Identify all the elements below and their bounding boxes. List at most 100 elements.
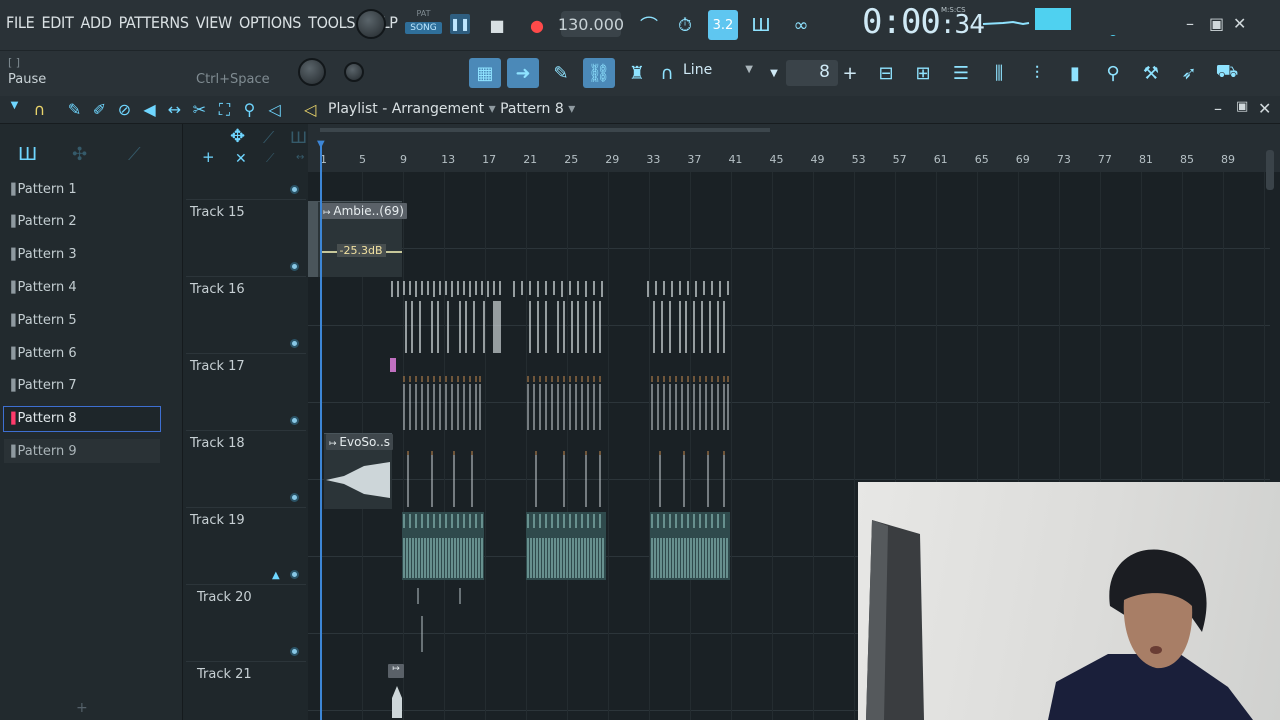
playhead[interactable] bbox=[320, 144, 322, 720]
arrow-right-icon[interactable]: ➜ bbox=[507, 58, 539, 88]
restore-icon[interactable]: ▣ bbox=[1209, 14, 1224, 33]
track-mute-dot[interactable] bbox=[290, 570, 299, 579]
menu-file[interactable]: FILE bbox=[6, 13, 35, 32]
plus-icon[interactable]: + bbox=[202, 148, 215, 166]
metronome-icon[interactable]: ⌒ bbox=[634, 10, 664, 40]
playlist-icon[interactable]: ▦ bbox=[469, 58, 501, 88]
track19-pattern-clips[interactable] bbox=[388, 510, 733, 582]
browser-icon[interactable]: ⫶ bbox=[1021, 58, 1053, 88]
loop-record-icon[interactable]: ∞ bbox=[786, 10, 816, 40]
delete-tool-icon[interactable]: ⊘ bbox=[112, 100, 137, 120]
master-volume-knob[interactable] bbox=[356, 9, 386, 39]
pencil-icon[interactable]: ✎ bbox=[545, 58, 577, 88]
plugin-icon[interactable]: ⚲ bbox=[1097, 58, 1129, 88]
pattern-item[interactable]: ▐ Pattern 1 bbox=[4, 177, 160, 201]
track-mute-dot[interactable] bbox=[290, 339, 299, 348]
pattern-item[interactable]: ▐ Pattern 8 bbox=[3, 405, 161, 432]
move-icon[interactable]: ✥ bbox=[230, 126, 245, 147]
track-name[interactable]: Track 18 bbox=[190, 436, 245, 451]
track21-clip[interactable]: ↦ bbox=[388, 664, 406, 720]
track-mute-dot[interactable] bbox=[290, 647, 299, 656]
learn-icon[interactable]: ➶ bbox=[1173, 58, 1205, 88]
plus-icon[interactable]: + bbox=[838, 58, 862, 88]
minimize-icon[interactable]: – bbox=[1186, 14, 1194, 33]
track20-notes[interactable] bbox=[410, 586, 470, 656]
track-name[interactable]: Track 21 bbox=[197, 667, 252, 682]
track-mute-dot[interactable] bbox=[290, 416, 299, 425]
track-name[interactable]: Track 20 bbox=[197, 590, 252, 605]
playlist-view-icon[interactable]: ☰ bbox=[945, 58, 977, 88]
mixer-icon[interactable]: ⫼ bbox=[983, 58, 1015, 88]
piano-roll-icon[interactable]: ⊞ bbox=[907, 58, 939, 88]
shop-icon[interactable]: ⛟ bbox=[1211, 58, 1243, 88]
channel-rack-icon[interactable]: ⊟ bbox=[870, 58, 902, 88]
snap-select[interactable]: Line ▼ bbox=[683, 62, 757, 84]
magnet-icon[interactable]: ∩ bbox=[655, 58, 679, 88]
curve-small-icon[interactable]: ⟋ bbox=[266, 151, 274, 166]
bell-icon[interactable]: ♜ bbox=[621, 58, 653, 88]
track-mute-dot[interactable] bbox=[290, 262, 299, 271]
step-edit-icon[interactable]: Ш bbox=[746, 10, 776, 40]
pattern-item[interactable]: ▐ Pattern 7 bbox=[4, 374, 160, 398]
track-name[interactable]: Track 15 bbox=[190, 205, 245, 220]
track-name[interactable]: Track 16 bbox=[190, 282, 245, 297]
track-mute-dot[interactable] bbox=[290, 493, 299, 502]
pattern-item[interactable]: ▐ Pattern 2 bbox=[4, 210, 160, 234]
menu-patterns[interactable]: PATTERNS bbox=[119, 13, 189, 32]
pattern-item[interactable]: ▐ Pattern 5 bbox=[4, 308, 160, 332]
snap-value-field[interactable]: 8 bbox=[786, 60, 838, 86]
track-name[interactable]: Track 17 bbox=[190, 359, 245, 374]
play-arrow-icon[interactable]: ◁ bbox=[304, 100, 316, 119]
playback-tool-icon[interactable]: ◁ bbox=[262, 100, 287, 120]
slice-tool-icon[interactable]: ✂ bbox=[187, 100, 212, 120]
pattern-icon[interactable]: Ш bbox=[290, 128, 307, 147]
zoom-tool-icon[interactable]: ⚲ bbox=[237, 100, 262, 120]
overview-scroll[interactable] bbox=[320, 128, 770, 132]
select-tool-icon[interactable]: ⛶ bbox=[212, 100, 237, 120]
menu-options[interactable]: OPTIONS bbox=[239, 13, 301, 32]
tools-icon[interactable]: ⚒ bbox=[1135, 58, 1167, 88]
stop-button[interactable]: ■ bbox=[486, 14, 508, 36]
pattern-picker-icon[interactable]: Ш bbox=[18, 144, 37, 165]
main-pitch-knob[interactable] bbox=[298, 58, 326, 86]
vertical-scrollbar[interactable] bbox=[1266, 150, 1274, 190]
pause-button[interactable]: ❚❚ bbox=[450, 14, 470, 34]
menu-view[interactable]: VIEW bbox=[196, 13, 233, 32]
link-icon[interactable]: ⛓ bbox=[583, 58, 615, 88]
paint-tool-icon[interactable]: ✐ bbox=[87, 100, 112, 120]
track-mute-dot[interactable] bbox=[290, 185, 299, 194]
snap-down-icon[interactable]: ▼ bbox=[762, 58, 786, 88]
draw-tool-icon[interactable]: ✎ bbox=[62, 100, 87, 120]
countdown-icon[interactable]: 3.2 bbox=[708, 10, 738, 40]
audio-picker-icon[interactable]: ⟋ bbox=[128, 144, 141, 165]
playlist-menu-icon[interactable]: ▼ bbox=[2, 100, 27, 120]
track17-pattern-clips[interactable] bbox=[388, 356, 733, 434]
magnet-icon[interactable]: ∩ bbox=[27, 100, 52, 120]
curve-icon[interactable]: ⟋ bbox=[263, 128, 274, 148]
main-swing-knob[interactable] bbox=[344, 62, 364, 82]
menu-add[interactable]: ADD bbox=[80, 13, 111, 32]
pattern-item[interactable]: ▐ Pattern 3 bbox=[4, 243, 160, 267]
pattern-item[interactable]: ▐ Pattern 9 bbox=[4, 439, 160, 464]
collapse-arrow-icon[interactable]: ▲ bbox=[272, 570, 280, 581]
file-icon[interactable]: ▮ bbox=[1059, 58, 1091, 88]
menu-edit[interactable]: EDIT bbox=[41, 13, 73, 32]
tempo-display[interactable]: 130.000 bbox=[558, 11, 624, 37]
menu-tools[interactable]: TOOLS bbox=[308, 13, 355, 32]
arrows-icon[interactable]: ↔ bbox=[296, 152, 304, 163]
record-button[interactable]: ● bbox=[526, 14, 548, 36]
slip-tool-icon[interactable]: ↔ bbox=[162, 100, 187, 120]
playlist-close-icon[interactable]: ✕ bbox=[1258, 99, 1271, 118]
clip-fade-handle[interactable] bbox=[308, 201, 318, 277]
track18-pattern-clips[interactable] bbox=[388, 449, 733, 509]
chevron-down-icon[interactable]: ▾ bbox=[568, 101, 575, 117]
playlist-minimize-icon[interactable]: – bbox=[1214, 99, 1222, 118]
wait-record-icon[interactable]: ⏱ bbox=[670, 10, 700, 40]
close-icon[interactable]: ✕ bbox=[1233, 14, 1246, 33]
pattern-selector[interactable]: Pattern 8 bbox=[500, 101, 564, 117]
pat-song-switch[interactable]: PAT SONG bbox=[405, 9, 442, 42]
add-pattern-icon[interactable]: + bbox=[76, 700, 88, 716]
pattern-item[interactable]: ▐ Pattern 4 bbox=[4, 275, 160, 299]
pattern-item[interactable]: ▐ Pattern 6 bbox=[4, 341, 160, 365]
playlist-restore-icon[interactable]: ▣ bbox=[1236, 99, 1248, 114]
